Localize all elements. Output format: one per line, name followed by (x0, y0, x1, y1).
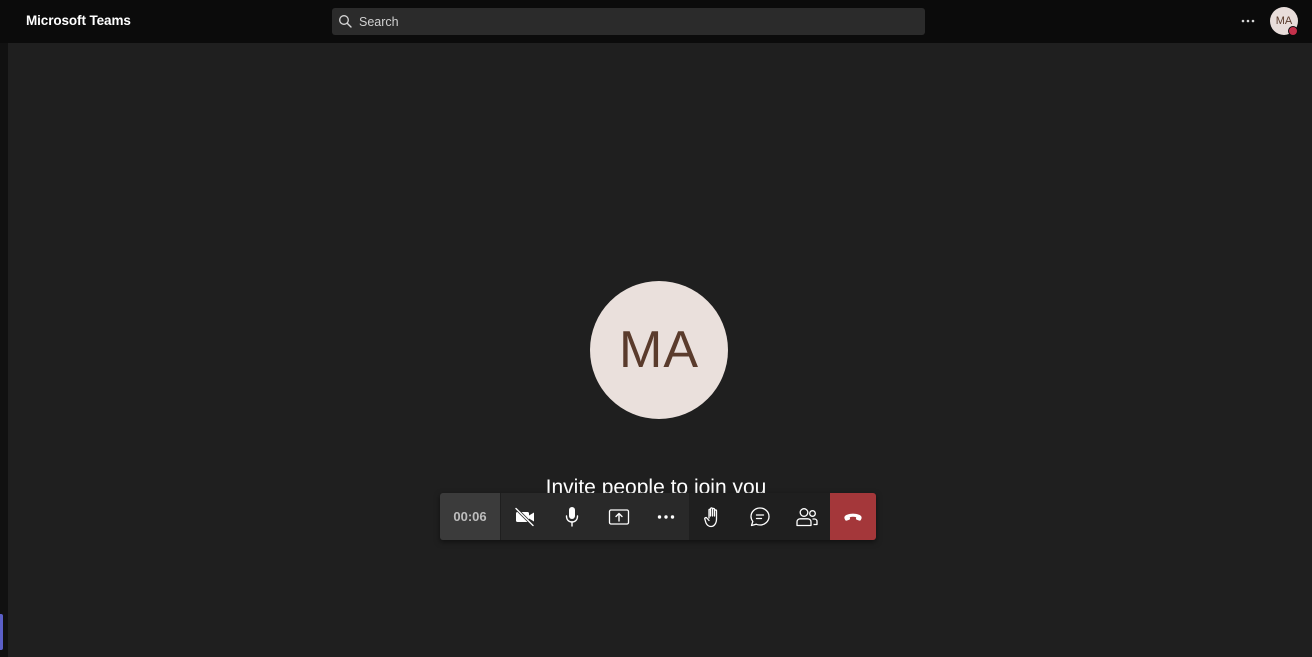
more-actions-button[interactable] (642, 493, 689, 540)
participant-avatar: MA (590, 281, 728, 419)
hang-up-icon (844, 513, 862, 521)
app-title: Microsoft Teams (26, 13, 131, 28)
call-controls-bar: 00:06 (440, 493, 876, 540)
microphone-toggle-button[interactable] (548, 493, 595, 540)
camera-toggle-button[interactable] (501, 493, 548, 540)
call-timer: 00:06 (440, 493, 501, 540)
hang-up-button[interactable] (830, 493, 876, 540)
raise-hand-icon (703, 506, 717, 527)
more-horizontal-icon (1241, 19, 1255, 23)
title-bar: Microsoft Teams Search MA (0, 0, 1312, 43)
presence-status-badge (1288, 26, 1298, 36)
search-input[interactable]: Search (332, 8, 925, 35)
more-horizontal-icon (657, 514, 674, 519)
media-controls-group (501, 493, 689, 540)
more-options-button[interactable] (1236, 10, 1260, 32)
share-screen-button[interactable] (595, 493, 642, 540)
meeting-controls-group (689, 493, 830, 540)
search-icon (338, 14, 353, 29)
raise-hand-button[interactable] (689, 493, 736, 540)
chat-button[interactable] (736, 493, 783, 540)
chat-icon (749, 506, 770, 526)
participants-button[interactable] (783, 493, 830, 540)
people-icon (795, 507, 818, 526)
video-off-icon (514, 506, 534, 527)
microphone-icon (565, 506, 578, 527)
share-screen-icon (608, 508, 629, 525)
left-rail (0, 43, 8, 657)
search-placeholder: Search (359, 15, 399, 29)
left-rail-accent (0, 614, 3, 650)
